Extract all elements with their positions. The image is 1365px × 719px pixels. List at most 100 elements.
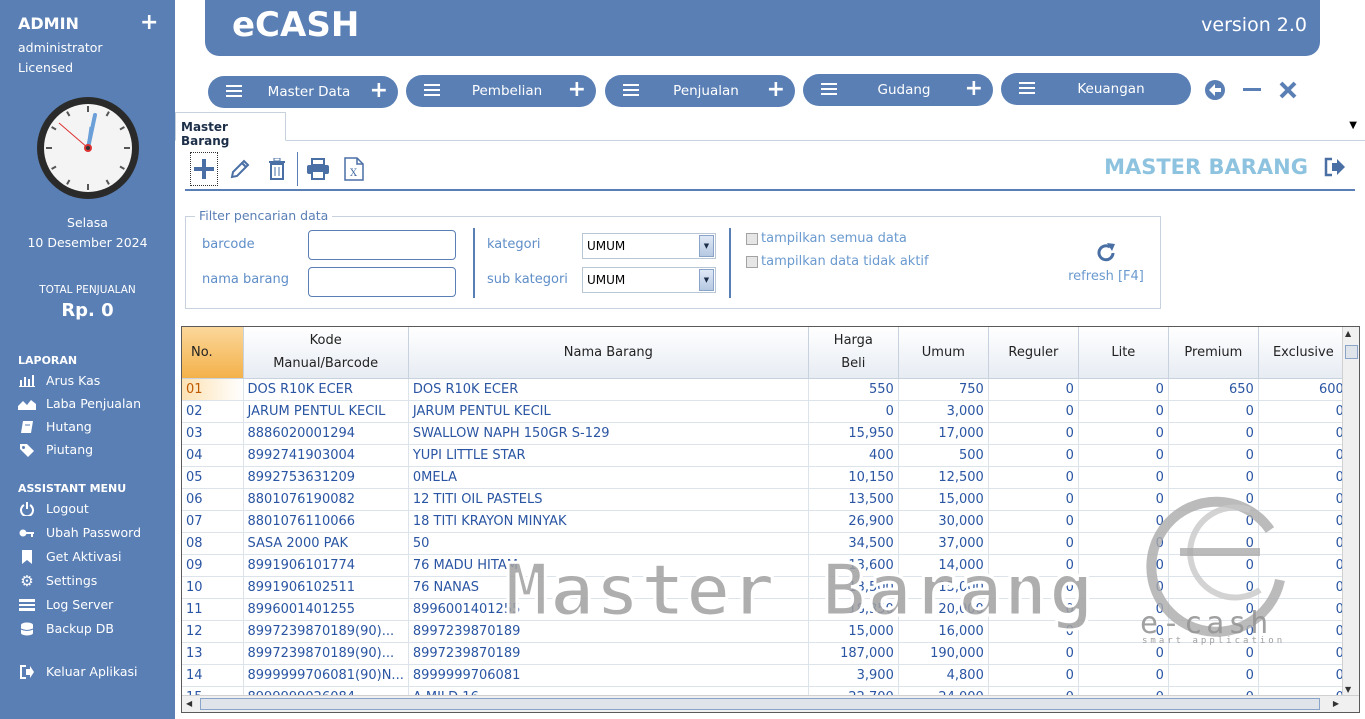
cell-nama[interactable]: 18 TITI KRAYON MINYAK: [408, 510, 809, 533]
cell-exclusive[interactable]: 0: [1258, 400, 1349, 423]
cell-nama[interactable]: 8997239870189: [408, 620, 809, 643]
menu-keuangan[interactable]: Keuangan: [1001, 73, 1191, 105]
cell-nama[interactable]: JARUM PENTUL KECIL: [408, 400, 809, 423]
cell-umum[interactable]: 500: [898, 444, 989, 467]
cell-harga-beli[interactable]: 15,950: [808, 422, 899, 445]
back-button[interactable]: [1204, 79, 1226, 107]
cell-kode[interactable]: 8991906102511: [243, 576, 409, 599]
sidebar-item-piutang[interactable]: Piutang: [18, 442, 93, 457]
cell-premium[interactable]: 0: [1168, 554, 1259, 577]
cell-harga-beli[interactable]: 13,500: [808, 488, 899, 511]
cell-premium[interactable]: 0: [1168, 598, 1259, 621]
sidebar-item-keluar-aplikasi[interactable]: Keluar Aplikasi: [18, 664, 138, 679]
cell-nama[interactable]: 12 TITI OIL PASTELS: [408, 488, 809, 511]
print-button[interactable]: [304, 152, 332, 186]
sidebar-item-laba-penjualan[interactable]: Laba Penjualan: [18, 396, 141, 411]
table-row[interactable]: 04 8992741903004 YUPI LITTLE STAR 400 500 0 0 0…: [182, 444, 1349, 467]
cell-reguler[interactable]: 0: [988, 664, 1079, 687]
cell-premium[interactable]: 0: [1168, 488, 1259, 511]
cell-premium[interactable]: 0: [1168, 510, 1259, 533]
table-row[interactable]: 03 8886020001294 SWALLOW NAPH 150GR S-129 1…: [182, 422, 1349, 445]
table-row[interactable]: 10 8991906102511 76 NANAS 13,500 15,000 0 0 0 0: [182, 576, 1349, 599]
cell-premium[interactable]: 650: [1168, 378, 1259, 401]
cell-no[interactable]: 08: [182, 532, 244, 555]
cell-lite[interactable]: 0: [1078, 378, 1169, 401]
barcode-input[interactable]: [308, 230, 456, 260]
cell-exclusive[interactable]: 0: [1258, 532, 1349, 555]
table-row[interactable]: 07 8801076110066 18 TITI KRAYON MINYAK 26,9…: [182, 510, 1349, 533]
cell-reguler[interactable]: 0: [988, 642, 1079, 665]
data-grid[interactable]: No. Kode Manual/Barcode Nama Barang Harga…: [181, 326, 1360, 713]
cell-harga-beli[interactable]: 15,000: [808, 620, 899, 643]
cell-no[interactable]: 03: [182, 422, 244, 445]
cell-harga-beli[interactable]: 13,600: [808, 554, 899, 577]
col-header-no[interactable]: No.: [182, 327, 244, 379]
cell-lite[interactable]: 0: [1078, 488, 1169, 511]
chevron-down-icon[interactable]: ▼: [699, 269, 714, 291]
sub-kategori-select[interactable]: UMUM ▼: [582, 267, 716, 293]
cell-umum[interactable]: 15,000: [898, 488, 989, 511]
cell-no[interactable]: 09: [182, 554, 244, 577]
cell-harga-beli[interactable]: 10,150: [808, 466, 899, 489]
cell-no[interactable]: 14: [182, 664, 244, 687]
cell-no[interactable]: 06: [182, 488, 244, 511]
table-row[interactable]: 12 8997239870189(90)... 8997239870189 15,00…: [182, 620, 1349, 643]
cell-reguler[interactable]: 0: [988, 466, 1079, 489]
cell-kode[interactable]: 8999999706081(90)N...: [243, 664, 409, 687]
cell-lite[interactable]: 0: [1078, 554, 1169, 577]
cell-umum[interactable]: 4,800: [898, 664, 989, 687]
table-row[interactable]: 09 8991906101774 76 MADU HITAM 13,600 14,000…: [182, 554, 1349, 577]
cell-harga-beli[interactable]: 13,500: [808, 576, 899, 599]
sidebar-item-arus-kas[interactable]: Arus Kas: [18, 373, 100, 388]
cell-kode[interactable]: 8886020001294: [243, 422, 409, 445]
cell-reguler[interactable]: 0: [988, 532, 1079, 555]
cell-reguler[interactable]: 0: [988, 510, 1079, 533]
cell-umum[interactable]: 37,000: [898, 532, 989, 555]
cell-kode[interactable]: 8992741903004: [243, 444, 409, 467]
edit-button[interactable]: [226, 152, 254, 186]
cell-kode[interactable]: 8991906101774: [243, 554, 409, 577]
cell-kode[interactable]: JARUM PENTUL KECIL: [243, 400, 409, 423]
cell-exclusive[interactable]: 0: [1258, 576, 1349, 599]
cell-nama[interactable]: 8996001401255: [408, 598, 809, 621]
cell-no[interactable]: 07: [182, 510, 244, 533]
cell-nama[interactable]: YUPI LITTLE STAR: [408, 444, 809, 467]
cell-nama[interactable]: 76 MADU HITAM: [408, 554, 809, 577]
table-row[interactable]: 05 8992753631209 0MELA 10,150 12,500 0 0 0 0: [182, 466, 1349, 489]
cell-no[interactable]: 13: [182, 642, 244, 665]
col-header-kode[interactable]: Kode Manual/Barcode: [243, 327, 409, 379]
cell-harga-beli[interactable]: 187,000: [808, 642, 899, 665]
minimize-button[interactable]: [1242, 78, 1262, 106]
scroll-up-icon[interactable]: ▲: [1345, 329, 1351, 338]
cell-premium[interactable]: 0: [1168, 466, 1259, 489]
show-inactive-checkbox[interactable]: tampilkan data tidak aktif: [746, 254, 929, 269]
cell-lite[interactable]: 0: [1078, 400, 1169, 423]
vertical-scrollbar[interactable]: ▲ ▼: [1342, 327, 1359, 696]
cell-umum[interactable]: 15,000: [898, 576, 989, 599]
cell-reguler[interactable]: 0: [988, 598, 1079, 621]
table-row[interactable]: 01 DOS R10K ECER DOS R10K ECER 550 750 0 0 650 6…: [182, 378, 1349, 401]
table-row[interactable]: 13 8997239870189(90)... 8997239870189 187,0…: [182, 642, 1349, 665]
cell-lite[interactable]: 0: [1078, 598, 1169, 621]
cell-premium[interactable]: 0: [1168, 400, 1259, 423]
cell-exclusive[interactable]: 0: [1258, 664, 1349, 687]
sidebar-item-log-server[interactable]: Log Server: [18, 597, 113, 612]
menu-penjualan[interactable]: Penjualan +: [605, 75, 795, 107]
export-excel-button[interactable]: X: [340, 152, 368, 186]
cell-exclusive[interactable]: 0: [1258, 554, 1349, 577]
cell-exclusive[interactable]: 0: [1258, 444, 1349, 467]
cell-harga-beli[interactable]: 550: [808, 378, 899, 401]
sidebar-item-get-aktivasi[interactable]: Get Aktivasi: [18, 549, 121, 564]
cell-exclusive[interactable]: 0: [1258, 642, 1349, 665]
cell-harga-beli[interactable]: 26,900: [808, 510, 899, 533]
scroll-right-icon[interactable]: ▶: [1333, 699, 1339, 708]
cell-kode[interactable]: SASA 2000 PAK: [243, 532, 409, 555]
scroll-left-icon[interactable]: ◀: [186, 699, 192, 708]
cell-exclusive[interactable]: 0: [1258, 510, 1349, 533]
nama-barang-input[interactable]: [308, 267, 456, 297]
cell-premium[interactable]: 0: [1168, 444, 1259, 467]
cell-no[interactable]: 01: [182, 378, 244, 401]
cell-umum[interactable]: 3,000: [898, 400, 989, 423]
cell-lite[interactable]: 0: [1078, 620, 1169, 643]
cell-umum[interactable]: 12,500: [898, 466, 989, 489]
